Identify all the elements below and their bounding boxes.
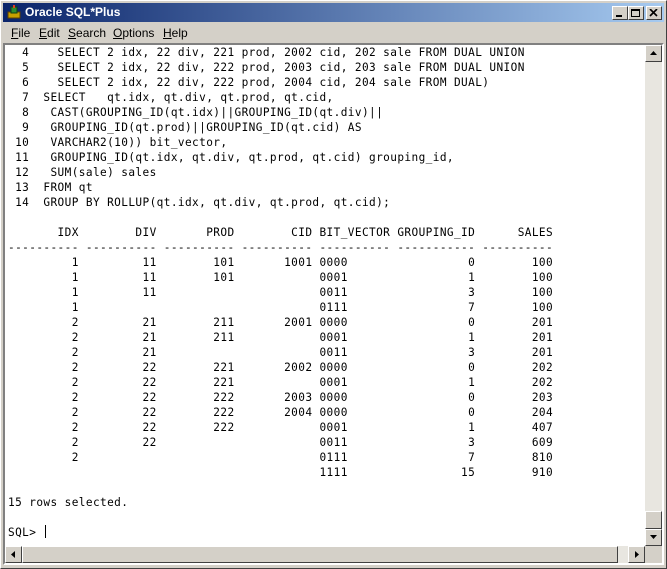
console-line: 4 SELECT 2 idx, 22 div, 221 prod, 2002 c…	[8, 46, 525, 59]
scrollbar-corner	[645, 546, 662, 563]
minimize-button[interactable]	[612, 6, 628, 20]
maximize-icon	[631, 9, 640, 17]
vertical-scrollbar[interactable]	[645, 45, 662, 546]
result-row: 2 22 221 0001 1 202	[8, 376, 554, 389]
result-row: 2 21 0011 3 201	[8, 346, 554, 359]
vertical-scroll-thumb[interactable]	[645, 511, 662, 529]
result-row: 1 11 101 0001 1 100	[8, 271, 554, 284]
arrow-right-icon	[635, 551, 639, 558]
horizontal-scroll-thumb[interactable]	[22, 546, 618, 563]
oracle-sqlplus-icon	[7, 5, 21, 19]
result-row: 2 22 0011 3 609	[8, 436, 554, 449]
scroll-up-button[interactable]	[645, 45, 662, 62]
console-line: 5 SELECT 2 idx, 22 div, 222 prod, 2003 c…	[8, 61, 525, 74]
console-line: 6 SELECT 2 idx, 22 div, 222 prod, 2004 c…	[8, 76, 490, 89]
menu-file[interactable]: File	[11, 26, 30, 41]
minimize-icon	[616, 15, 622, 17]
scroll-right-button[interactable]	[628, 546, 645, 563]
console-line: 13 FROM qt	[8, 181, 93, 194]
close-button[interactable]	[646, 6, 662, 20]
rows-selected-message: 15 rows selected.	[8, 496, 129, 509]
console-line: 9 GROUPING_ID(qt.prod)||GROUPING_ID(qt.c…	[8, 121, 362, 134]
arrow-left-icon	[11, 551, 15, 558]
sql-prompt-line[interactable]: SQL>	[8, 525, 47, 540]
menu-bar: File Edit Search Options Help	[3, 24, 664, 43]
result-row: 1111 15 910	[8, 466, 554, 479]
console-line: 14 GROUP BY ROLLUP(qt.idx, qt.div, qt.pr…	[8, 196, 391, 209]
console-line: 12 SUM(sale) sales	[8, 166, 157, 179]
console-text-area[interactable]: 4 SELECT 2 idx, 22 div, 221 prod, 2002 c…	[5, 45, 645, 546]
result-row: 2 21 211 0001 1 201	[8, 331, 554, 344]
console-line: 8 CAST(GROUPING_ID(qt.idx)||GROUPING_ID(…	[8, 106, 384, 119]
arrow-down-icon	[650, 535, 657, 539]
result-row: 2 22 222 0001 1 407	[8, 421, 554, 434]
arrow-up-icon	[650, 51, 657, 55]
result-row: 2 22 222 2004 0000 0 204	[8, 406, 554, 419]
scroll-down-button[interactable]	[645, 529, 662, 546]
sqlplus-window: Oracle SQL*Plus File Edit Search Options…	[0, 0, 667, 569]
close-icon	[649, 9, 658, 17]
menu-edit[interactable]: Edit	[39, 26, 60, 41]
result-row: 1 0111 7 100	[8, 301, 554, 314]
result-row: 2 0111 7 810	[8, 451, 554, 464]
maximize-button[interactable]	[628, 6, 644, 20]
result-row: 2 22 221 2002 0000 0 202	[8, 361, 554, 374]
menu-search[interactable]: Search	[68, 26, 106, 41]
menu-options[interactable]: Options	[113, 26, 154, 41]
result-separator: ---------- ---------- ---------- -------…	[8, 241, 554, 254]
result-row: 1 11 0011 3 100	[8, 286, 554, 299]
window-title: Oracle SQL*Plus	[25, 5, 121, 19]
horizontal-scrollbar[interactable]	[5, 546, 645, 563]
console-line: 10 VARCHAR2(10)) bit_vector,	[8, 136, 228, 149]
menu-help[interactable]: Help	[163, 26, 188, 41]
result-row: 1 11 101 1001 0000 0 100	[8, 256, 554, 269]
console-line: 7 SELECT qt.idx, qt.div, qt.prod, qt.cid…	[8, 91, 334, 104]
console-line: 11 GROUPING_ID(qt.idx, qt.div, qt.prod, …	[8, 151, 454, 164]
result-row: 2 22 222 2003 0000 0 203	[8, 391, 554, 404]
text-cursor	[45, 525, 47, 538]
console-area: 4 SELECT 2 idx, 22 div, 221 prod, 2002 c…	[3, 43, 664, 565]
sql-prompt: SQL>	[8, 526, 44, 539]
scroll-left-button[interactable]	[5, 546, 22, 563]
title-bar[interactable]: Oracle SQL*Plus	[3, 3, 664, 22]
result-header: IDX DIV PROD CID BIT_VECTOR GROUPING_ID …	[8, 226, 554, 239]
result-row: 2 21 211 2001 0000 0 201	[8, 316, 554, 329]
